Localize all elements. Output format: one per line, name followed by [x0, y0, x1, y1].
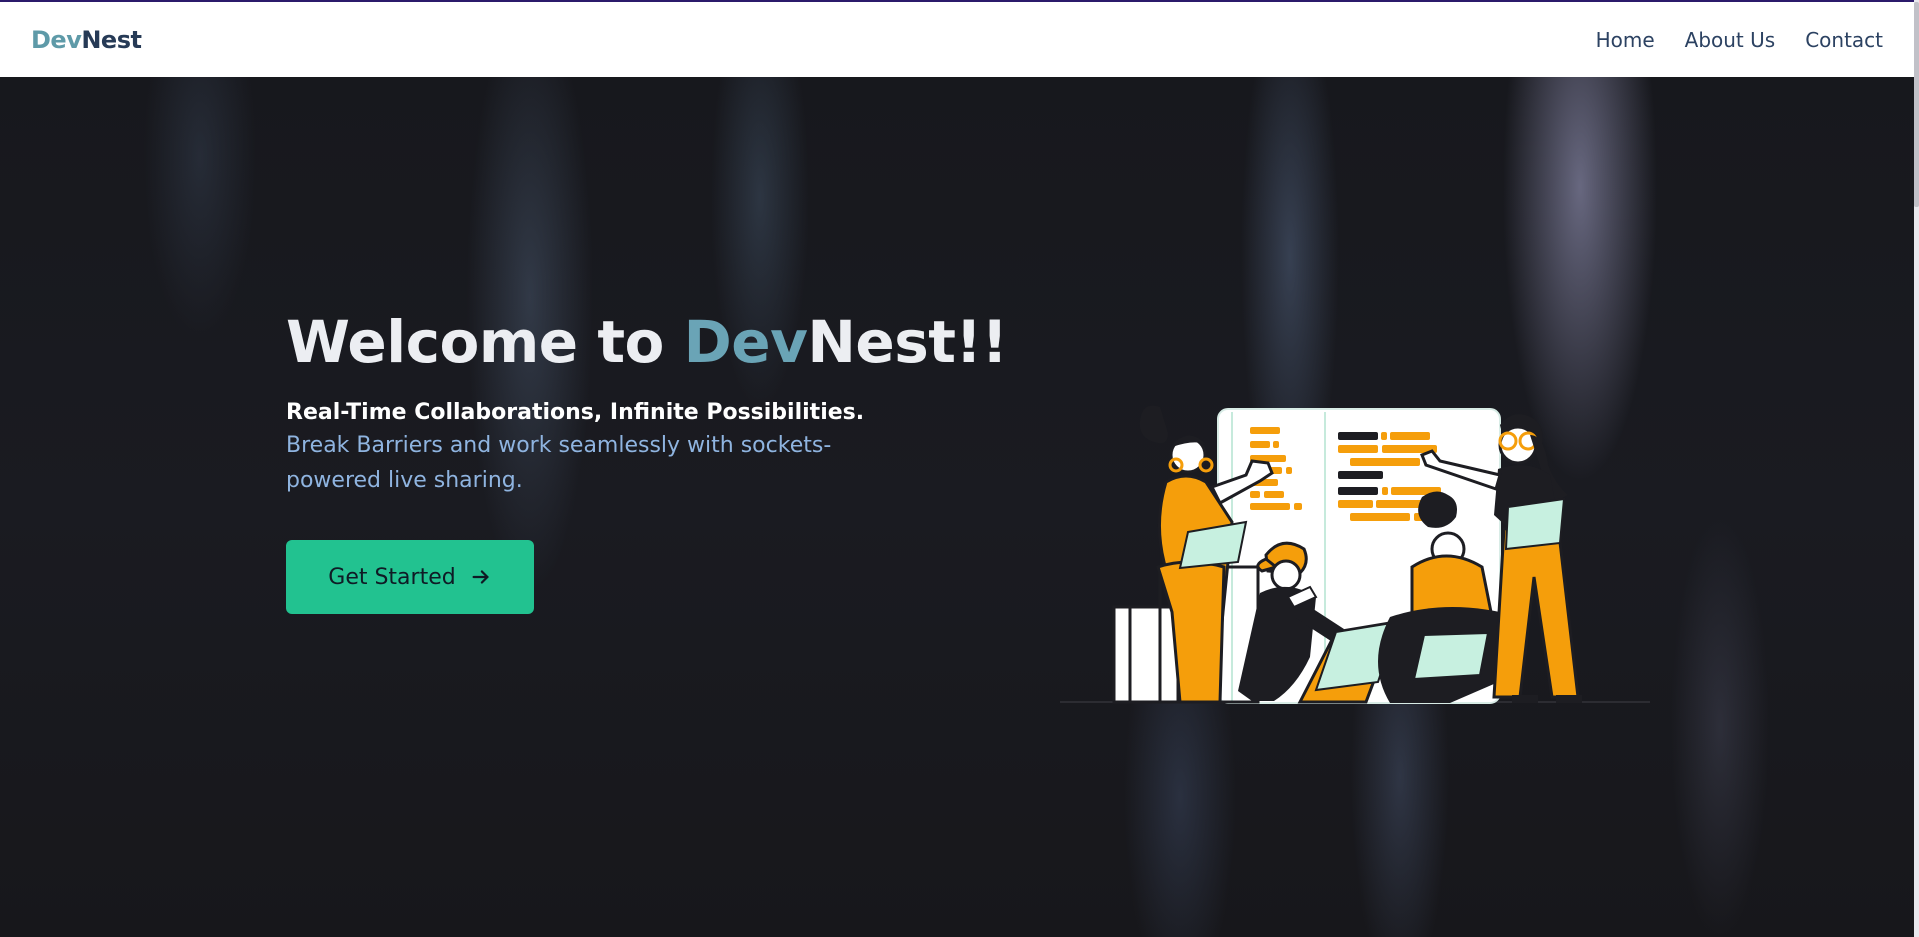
arrow-right-icon — [472, 570, 489, 584]
nav-link-contact[interactable]: Contact — [1805, 28, 1883, 52]
nav-links: Home About Us Contact — [1596, 28, 1883, 52]
scrollbar-thumb[interactable] — [1914, 2, 1919, 207]
headline-brand-suffix: Nest!! — [807, 308, 1008, 376]
hero-section: Welcome to DevNest!! Real-Time Collabora… — [0, 77, 1914, 937]
team-collaboration-illustration — [1060, 405, 1650, 704]
headline-brand-prefix: Dev — [683, 308, 808, 376]
get-started-button[interactable]: Get Started — [286, 540, 534, 614]
nav-link-home[interactable]: Home — [1596, 28, 1655, 52]
page-scrollbar[interactable] — [1914, 0, 1919, 937]
hero-headline: Welcome to DevNest!! — [286, 307, 1008, 377]
navbar: DevNest Home About Us Contact — [0, 2, 1914, 77]
hero-subtitle: Real-Time Collaborations, Infinite Possi… — [286, 400, 865, 425]
brand-suffix: Nest — [81, 25, 142, 54]
brand-logo[interactable]: DevNest — [31, 25, 142, 54]
headline-prefix: Welcome to — [286, 308, 684, 376]
hero-text: Welcome to DevNest!! Real-Time Collabora… — [286, 307, 1008, 614]
nav-link-about-us[interactable]: About Us — [1685, 28, 1776, 52]
brand-prefix: Dev — [31, 25, 82, 54]
get-started-label: Get Started — [328, 564, 456, 590]
hero-description: Break Barriers and work seamlessly with … — [286, 433, 832, 493]
